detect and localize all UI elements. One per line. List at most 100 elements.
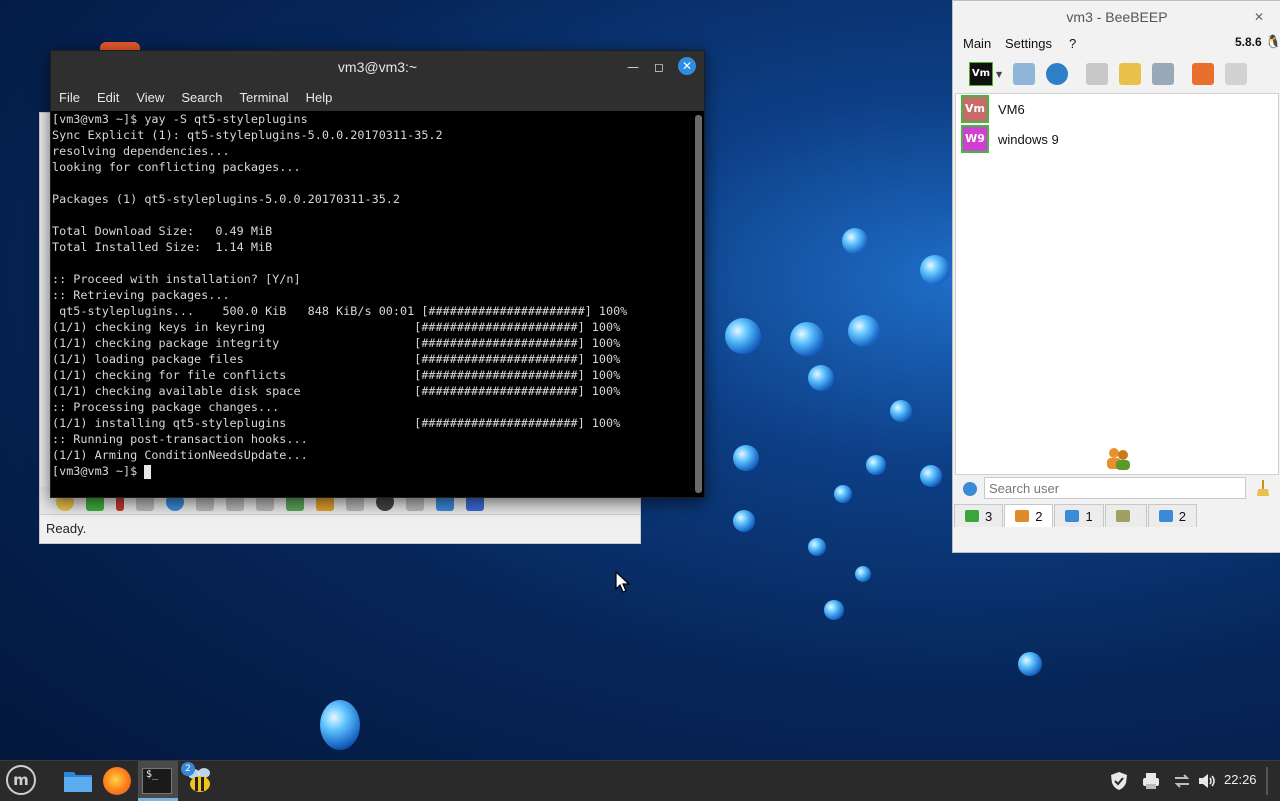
terminal-line: Total Installed Size: 1.14 MiB [52,240,273,254]
close-icon[interactable]: ✕ [1251,9,1267,25]
user-item-windows-9[interactable]: W9 windows 9 [956,124,1278,154]
wallpaper-droplet [920,255,950,285]
version-label: 5.8.6 [1235,35,1262,49]
terminal-line: Total Download Size: 0.49 MiB [52,224,273,238]
edit-profile-icon[interactable] [1013,63,1036,85]
terminal-line: Packages (1) qt5-styleplugins-5.0.0.2017… [52,192,401,206]
tab-network[interactable] [1104,504,1147,527]
menu-view[interactable]: View [136,90,164,105]
tools-icon[interactable] [1152,63,1175,85]
group-icon [1107,448,1130,470]
wallpaper-droplet [866,455,886,475]
beebeep-toolbar: Vm ▼ [953,57,1280,91]
menu-help[interactable]: Help [306,90,333,105]
terminal-output[interactable]: [vm3@vm3 ~]$ yay -S qt5-styleplugins Sync… [51,111,692,497]
beebeep-title: vm3 - BeeBEEP [1066,9,1168,25]
beebeep-window[interactable]: vm3 - BeeBEEP ✕ Main Settings ? 5.8.6 🐧 … [952,0,1280,553]
notes-icon[interactable] [1119,63,1142,85]
files-icon [1158,510,1173,522]
tab-users[interactable]: 3 [954,504,1004,527]
trash-icon[interactable] [1225,63,1248,85]
tab-count: 1 [1085,508,1093,524]
terminal-line: :: Processing package changes... [52,400,280,414]
shield-icon[interactable] [1109,771,1129,791]
terminal-line: (1/1) checking keys in keyring [########… [52,320,621,334]
terminal-line: (1/1) Arming ConditionNeedsUpdate... [52,448,308,462]
maximize-icon[interactable]: ◻ [651,59,667,75]
wallpaper-droplet [733,445,759,471]
terminal-titlebar[interactable]: vm3@vm3:~ — ◻ ✕ [51,51,704,83]
clock[interactable]: 22:26 [1224,772,1257,787]
search-user-input[interactable] [984,477,1246,499]
printer-icon[interactable] [1141,771,1161,791]
terminal-line: :: Running post-transaction hooks... [52,432,308,446]
search-row [953,477,1280,503]
terminal-line: qt5-styleplugins... 500.0 KiB 848 KiB/s … [52,304,628,318]
notification-badge: 2 [181,762,195,776]
terminal-line: resolving dependencies... [52,144,230,158]
minimize-icon[interactable]: — [625,59,641,75]
terminal-menubar: File Edit View Search Terminal Help [51,83,704,111]
terminal-scrollbar[interactable] [695,115,702,493]
show-desktop-divider[interactable] [1266,767,1268,795]
terminal-line: (1/1) loading package files [###########… [52,352,621,366]
menu-main[interactable]: Main [963,36,991,51]
search-options-icon[interactable] [963,482,977,496]
chevron-down-icon[interactable]: ▼ [996,70,1002,79]
wallpaper-droplet [790,322,824,356]
beebeep-menubar: Main Settings ? 5.8.6 🐧 [953,33,1280,55]
terminal-line: (1/1) installing qt5-styleplugins [#####… [52,416,621,430]
user-name: VM6 [998,101,1025,117]
firefox-icon[interactable] [103,767,131,795]
broadcast-icon[interactable] [1046,63,1069,85]
menu-terminal[interactable]: Terminal [240,90,289,105]
terminal-prompt-line[interactable]: [vm3@vm3 ~]$ [52,463,691,479]
close-icon[interactable]: ✕ [678,57,696,75]
terminal-line: :: Proceed with installation? [Y/n] [52,272,301,286]
start-menu-icon[interactable]: m [6,765,36,795]
terminal-title: vm3@vm3:~ [337,59,418,75]
terminal-window[interactable]: vm3@vm3:~ — ◻ ✕ File Edit View Search Te… [50,50,705,498]
tab-count: 3 [985,508,993,524]
wallpaper-droplet [725,318,761,354]
terminal-line: looking for conflicting packages... [52,160,301,174]
tab-files[interactable]: 2 [1147,504,1197,527]
terminal-line: (1/1) checking available disk space [###… [52,384,621,398]
tab-count: 2 [1178,508,1186,524]
wallpaper-droplet [855,566,871,582]
wallpaper-droplet [1018,652,1042,676]
update-icon[interactable] [1192,63,1215,85]
menu-settings[interactable]: Settings [1005,36,1052,51]
terminal-icon[interactable]: $_ [142,768,172,794]
user-list[interactable]: Vm VM6 W9 windows 9 [955,93,1279,475]
menu-edit[interactable]: Edit [97,90,119,105]
tab-chats[interactable]: 1 [1054,504,1104,527]
wallpaper-droplet [890,400,912,422]
avatar: Vm [961,95,989,123]
tab-count: 2 [1035,508,1043,524]
terminal-line: (1/1) checking package integrity [######… [52,336,621,350]
wallpaper-droplet [834,485,852,503]
tab-groups[interactable]: 2 [1004,504,1054,527]
menu-help[interactable]: ? [1069,36,1076,51]
share-folder-icon[interactable] [1086,63,1109,85]
status-bar: Ready. [40,514,640,543]
wallpaper-droplet [733,510,755,532]
user-name: windows 9 [998,131,1059,147]
taskbar: m $_ 2 22:26 [0,760,1280,801]
wallpaper-droplet [320,700,360,750]
text-cursor [144,464,152,479]
clear-search-icon[interactable] [1256,480,1270,496]
menu-search[interactable]: Search [181,90,222,105]
my-status-icon[interactable]: Vm [969,62,993,86]
wallpaper-droplet [824,600,844,620]
menu-file[interactable]: File [59,90,80,105]
volume-icon[interactable] [1197,771,1217,791]
network-icon[interactable] [1172,771,1192,791]
beebeep-titlebar[interactable]: vm3 - BeeBEEP ✕ [953,1,1280,33]
files-folder-icon[interactable] [62,765,94,797]
user-item-vm6[interactable]: Vm VM6 [956,94,1278,124]
